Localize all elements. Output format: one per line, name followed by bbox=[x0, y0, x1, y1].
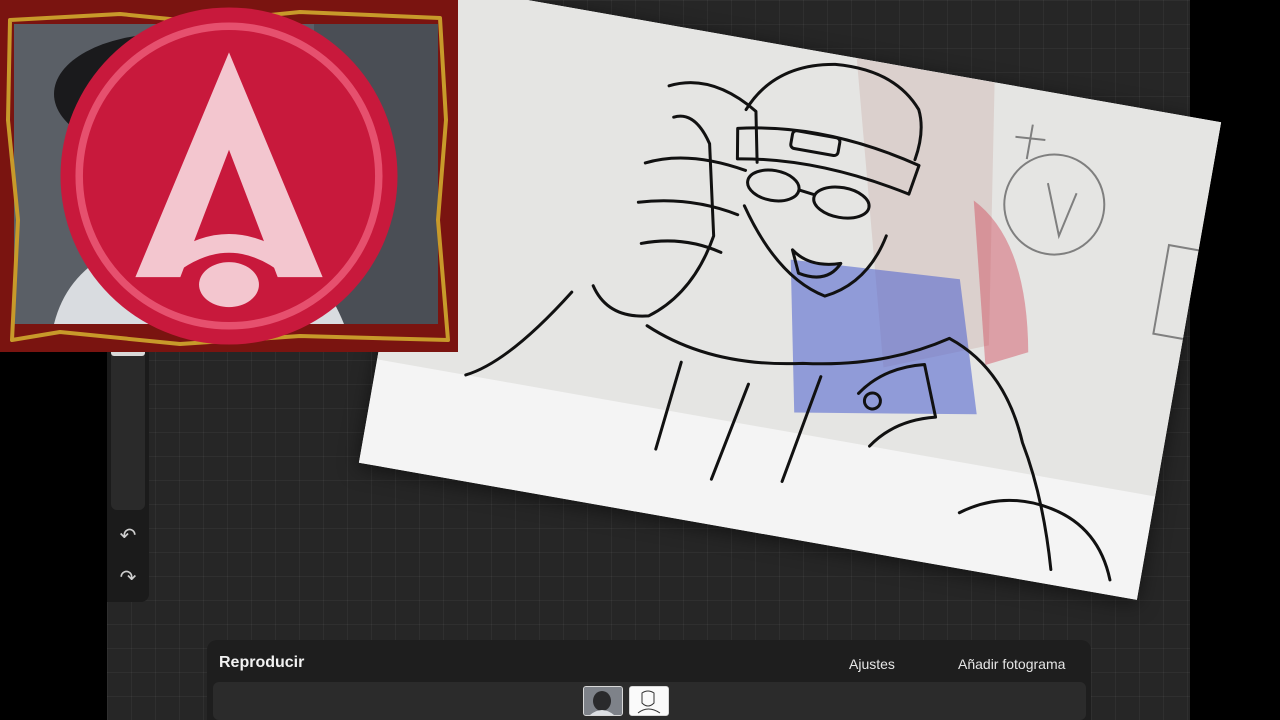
right-letterbox bbox=[1190, 0, 1280, 720]
undo-icon[interactable]: ↶ bbox=[116, 524, 140, 548]
settings-button[interactable]: Ajustes bbox=[849, 656, 895, 672]
frame-2-preview bbox=[630, 687, 668, 715]
frame-1-preview bbox=[584, 687, 622, 715]
brush-size-slider[interactable] bbox=[111, 348, 145, 510]
webcam-overlay bbox=[0, 0, 458, 352]
channel-logo-icon bbox=[60, 7, 398, 345]
redo-icon[interactable]: ↷ bbox=[116, 566, 140, 590]
frame-thumbnail-1[interactable] bbox=[583, 686, 623, 716]
frame-thumbnail-2[interactable] bbox=[629, 686, 669, 716]
add-frame-button[interactable]: Añadir fotograma bbox=[958, 656, 1065, 672]
play-button[interactable]: Reproducir bbox=[219, 654, 304, 672]
